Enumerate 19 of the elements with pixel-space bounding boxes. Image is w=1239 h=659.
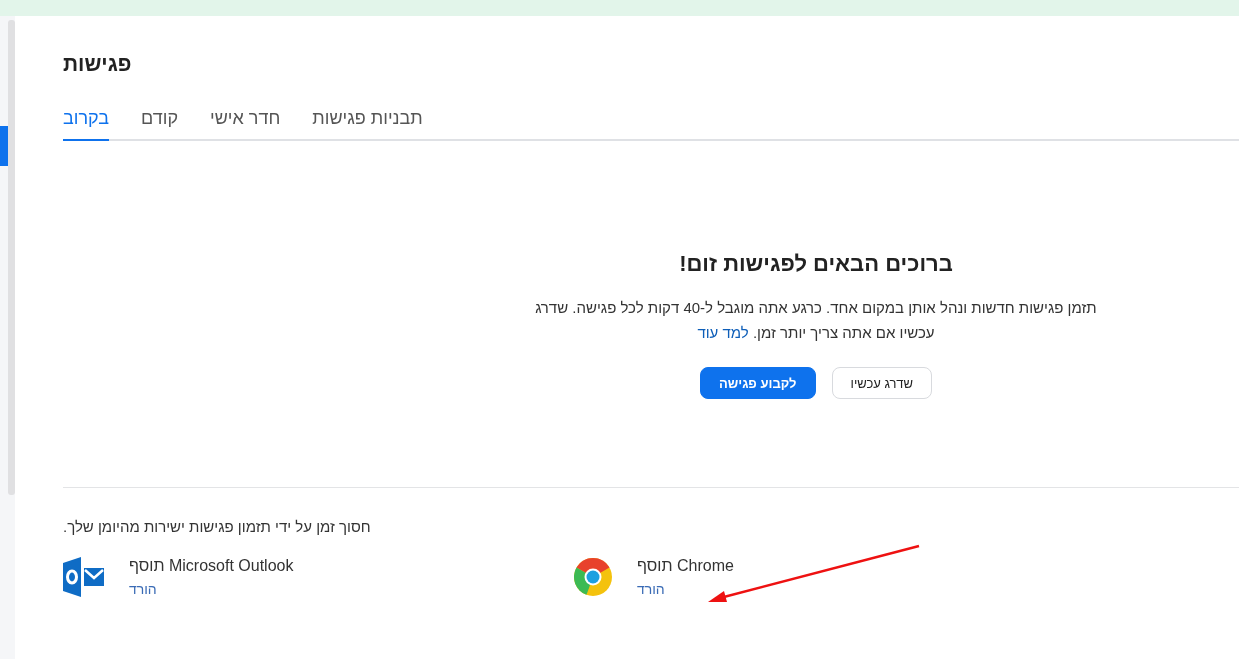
page-title: פגישות — [63, 52, 132, 76]
active-indicator — [0, 126, 8, 166]
tab[interactable]: בקרוב — [63, 104, 110, 141]
scrollbar[interactable] — [8, 20, 15, 495]
tab[interactable]: חדר אישי — [210, 104, 281, 141]
download-link[interactable]: הורד — [637, 581, 665, 597]
learn-more-link[interactable]: למד עוד — [697, 324, 749, 341]
tab[interactable]: קודם — [141, 104, 179, 141]
upgrade-button[interactable]: שדרג עכשיו — [831, 367, 933, 399]
tab[interactable]: תבניות פגישות — [312, 104, 423, 141]
schedule-button[interactable]: לקבוע פגישה — [699, 367, 816, 399]
addon-name: תוסף Chrome — [637, 557, 734, 575]
intro-text: חסוך זמן על ידי תזמון פגישות ישירות מהיומן שלך. — [63, 518, 371, 535]
welcome-text: תזמן פגישות חדשות ונהל אותן במקום אחד. כרגע אתה מוגבל ל-40 דקות לכל פגישה. שדרג עכשיו אם אתה צריך יותר זמן. למד עוד — [534, 298, 1098, 343]
addon-name: תוסף Microsoft Outlook — [129, 557, 294, 575]
outlook-icon — [63, 557, 105, 597]
chrome-icon — [573, 557, 613, 597]
download-link[interactable]: הורד — [129, 581, 157, 597]
welcome-title: ברוכים הבאים לפגישות זום! — [679, 251, 953, 277]
